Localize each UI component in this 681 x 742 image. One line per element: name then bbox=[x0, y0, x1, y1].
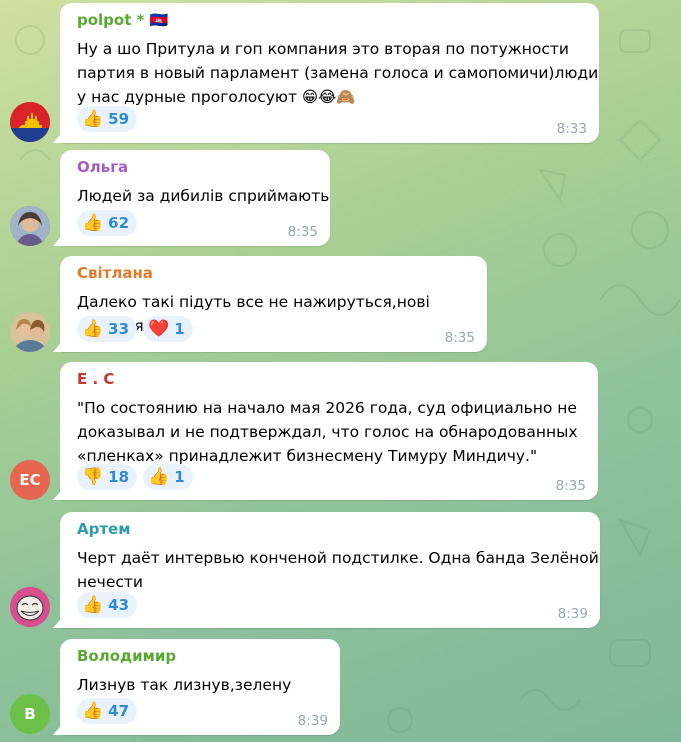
message-text: Людей за дибилів сприймають bbox=[77, 187, 330, 205]
reactions: 👍 33 ❤️ 1 bbox=[77, 316, 193, 342]
avatar-initials: В bbox=[24, 705, 36, 723]
reaction-thumbs-down[interactable]: 👎 18 bbox=[77, 464, 138, 490]
avatar[interactable]: В bbox=[10, 694, 50, 734]
reaction-count: 43 bbox=[108, 596, 130, 614]
message-text: "По состоянию на начало мая 2026 года, с… bbox=[77, 399, 578, 465]
avatar[interactable] bbox=[10, 102, 50, 142]
troll-face-icon bbox=[10, 587, 50, 627]
message-time: 8:33 bbox=[556, 121, 587, 137]
angkor-wat-flag-icon bbox=[10, 102, 50, 142]
avatar[interactable] bbox=[10, 587, 50, 627]
message-author[interactable]: polpot * 🇰🇭 bbox=[77, 11, 168, 29]
thumbs-up-icon: 👍 bbox=[82, 701, 104, 721]
reactions: 👍 62 bbox=[77, 210, 138, 236]
message-time: 8:39 bbox=[297, 713, 328, 729]
reaction-thumbs-up[interactable]: 👍 62 bbox=[77, 210, 138, 236]
reaction-count: 1 bbox=[174, 468, 185, 486]
avatar-initials: ЕС bbox=[19, 471, 41, 489]
message-text: Ну а шо Притула и гоп компания это втора… bbox=[77, 40, 599, 106]
thumbs-up-icon: 👍 bbox=[82, 595, 104, 615]
message-author[interactable]: Світлана bbox=[77, 264, 153, 282]
reaction-thumbs-up[interactable]: 👍 47 bbox=[77, 698, 138, 724]
reaction-count: 18 bbox=[108, 468, 130, 486]
message-time: 8:35 bbox=[287, 224, 318, 240]
message-author[interactable]: Володимир bbox=[77, 647, 176, 665]
reactions: 👍 43 bbox=[77, 592, 138, 618]
reaction-thumbs-up[interactable]: 👍 1 bbox=[143, 464, 193, 490]
message-author[interactable]: Ольга bbox=[77, 158, 128, 176]
thumbs-up-icon: 👍 bbox=[82, 319, 104, 339]
reactions: 👍 59 bbox=[77, 106, 138, 132]
reaction-count: 33 bbox=[108, 320, 130, 338]
message-bubble[interactable]: polpot * 🇰🇭 Ну а шо Притула и гоп компан… bbox=[60, 3, 599, 143]
message-bubble[interactable]: Е . С "По состоянию на начало мая 2026 г… bbox=[60, 362, 598, 500]
heart-icon: ❤️ bbox=[148, 319, 170, 339]
photo-avatar bbox=[10, 312, 50, 352]
message-bubble[interactable]: Артем Черт даёт интервью конченой подсти… bbox=[60, 512, 600, 628]
message-bubble[interactable]: Світлана Далеко такі підуть все не нажир… bbox=[60, 256, 487, 352]
reaction-count: 59 bbox=[108, 110, 130, 128]
reaction-count: 62 bbox=[108, 214, 130, 232]
photo-avatar bbox=[10, 206, 50, 246]
message-bubble[interactable]: Ольга Людей за дибилів сприймають 👍 62 8:… bbox=[60, 150, 330, 246]
reaction-thumbs-up[interactable]: 👍 43 bbox=[77, 592, 138, 618]
message-author[interactable]: Е . С bbox=[77, 370, 114, 388]
thumbs-up-icon: 👍 bbox=[148, 467, 170, 487]
thumbs-up-icon: 👍 bbox=[82, 213, 104, 233]
message-bubble[interactable]: Володимир Лизнув так лизнув,зелену дупу.… bbox=[60, 639, 340, 735]
message-time: 8:35 bbox=[555, 478, 586, 494]
reaction-heart[interactable]: ❤️ 1 bbox=[143, 316, 193, 342]
reaction-thumbs-up[interactable]: 👍 33 bbox=[77, 316, 138, 342]
avatar[interactable]: ЕС bbox=[10, 460, 50, 500]
message-text: Черт даёт интервью конченой подстилке. О… bbox=[77, 549, 599, 591]
thumbs-up-icon: 👍 bbox=[82, 109, 104, 129]
reactions: 👍 47 bbox=[77, 698, 138, 724]
message-author[interactable]: Артем bbox=[77, 520, 130, 538]
reaction-thumbs-up[interactable]: 👍 59 bbox=[77, 106, 138, 132]
reaction-count: 47 bbox=[108, 702, 130, 720]
avatar[interactable] bbox=[10, 312, 50, 352]
message-time: 8:39 bbox=[557, 606, 588, 622]
message-time: 8:35 bbox=[444, 330, 475, 346]
avatar[interactable] bbox=[10, 206, 50, 246]
reactions: 👎 18 👍 1 bbox=[77, 464, 193, 490]
reaction-count: 1 bbox=[174, 320, 185, 338]
thumbs-down-icon: 👎 bbox=[82, 467, 104, 487]
